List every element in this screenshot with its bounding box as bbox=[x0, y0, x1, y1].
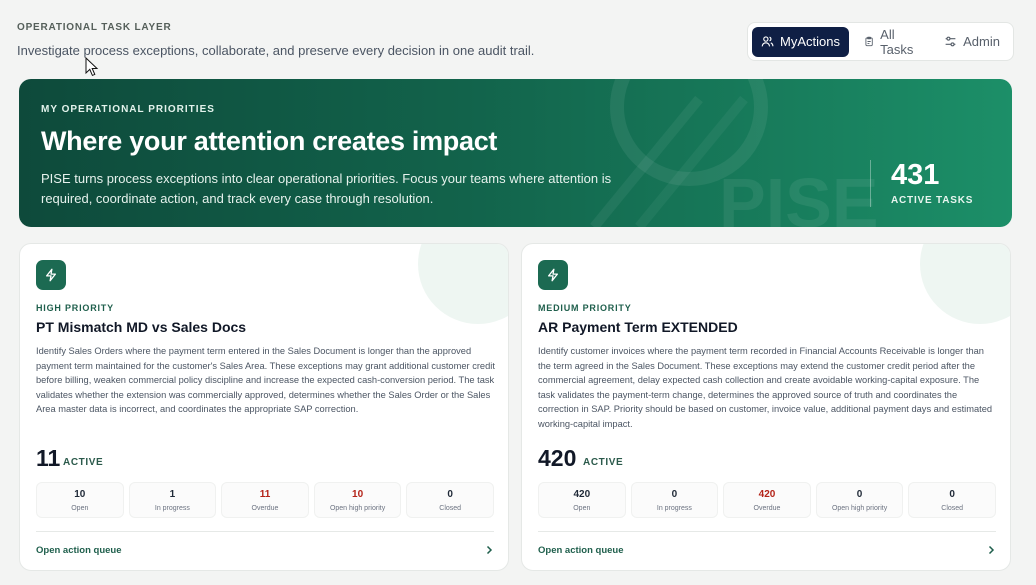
card-divider bbox=[538, 531, 996, 532]
lightning-icon bbox=[547, 268, 559, 282]
link-label: Open action queue bbox=[538, 544, 624, 556]
view-switcher: MyActions All Tasks Admin bbox=[747, 22, 1014, 61]
stat-label: Open high priority bbox=[831, 504, 888, 512]
task-card-ar-payment-term: MEDIUM PRIORITY AR Payment Term EXTENDED… bbox=[521, 243, 1011, 571]
tab-myactions-label: MyActions bbox=[780, 34, 840, 49]
layer-label: OPERATIONAL TASK LAYER bbox=[17, 22, 172, 33]
stats-row: 10 Open 1 In progress 11 Overdue 10 Open… bbox=[36, 482, 494, 518]
stat-label: Closed bbox=[941, 504, 964, 512]
hero-banner: PISE MY OPERATIONAL PRIORITIES Where you… bbox=[19, 79, 1012, 227]
stat-label: Overdue bbox=[753, 504, 781, 512]
stat-closed: 0 Closed bbox=[908, 482, 996, 518]
open-action-queue-link[interactable]: Open action queue bbox=[36, 543, 494, 557]
hero-title: Where your attention creates impact bbox=[41, 126, 498, 156]
chevron-right-icon bbox=[988, 545, 995, 555]
mouse-cursor-icon bbox=[85, 57, 99, 77]
tab-all-tasks[interactable]: All Tasks bbox=[855, 27, 929, 57]
clipboard-icon bbox=[865, 36, 873, 47]
stat-label: Open bbox=[71, 504, 89, 512]
card-title: PT Mismatch MD vs Sales Docs bbox=[36, 319, 247, 335]
stat-open: 10 Open bbox=[36, 482, 124, 518]
stat-open-high-priority: 10 Open high priority bbox=[313, 482, 402, 518]
card-title: AR Payment Term EXTENDED bbox=[538, 319, 738, 335]
active-tasks-label: ACTIVE TASKS bbox=[891, 195, 974, 206]
sliders-icon bbox=[945, 36, 956, 47]
stat-label: Open bbox=[573, 504, 591, 512]
top-bar: OPERATIONAL TASK LAYER Investigate proce… bbox=[17, 22, 1014, 66]
stat-label: Open high priority bbox=[329, 504, 386, 512]
stat-overdue: 420 Overdue bbox=[723, 482, 811, 518]
layer-description: Investigate process exceptions, collabor… bbox=[17, 43, 535, 58]
stat-open: 420 Open bbox=[538, 482, 626, 518]
stat-overdue: 11 Overdue bbox=[221, 482, 309, 518]
link-label: Open action queue bbox=[36, 544, 122, 556]
stat-value: 1 bbox=[169, 488, 176, 500]
stat-in-progress: 0 In progress bbox=[630, 482, 719, 518]
stat-label: Closed bbox=[439, 504, 462, 512]
card-active-count: 420 bbox=[538, 445, 577, 471]
priority-label: HIGH PRIORITY bbox=[36, 303, 114, 313]
stat-label: In progress bbox=[154, 504, 190, 512]
stat-value: 0 bbox=[447, 488, 453, 500]
stat-open-high-priority: 0 Open high priority bbox=[815, 482, 904, 518]
stat-value: 420 bbox=[573, 488, 591, 500]
hero-text: PISE turns process exceptions into clear… bbox=[41, 171, 612, 206]
tab-admin[interactable]: Admin bbox=[935, 27, 1009, 57]
stat-value: 0 bbox=[856, 488, 863, 500]
priority-label: MEDIUM PRIORITY bbox=[538, 303, 632, 313]
active-tasks-count: 431 bbox=[891, 159, 940, 191]
card-divider bbox=[36, 531, 494, 532]
stat-value: 0 bbox=[949, 488, 955, 500]
card-description: Identify Sales Orders where the payment … bbox=[36, 346, 495, 415]
card-active-count: 11 bbox=[36, 445, 61, 471]
card-active-label: ACTIVE bbox=[63, 457, 104, 468]
hero-watermark: PISE bbox=[719, 164, 879, 227]
stats-row: 420 Open 0 In progress 420 Overdue 0 Ope… bbox=[538, 482, 996, 518]
tab-admin-label: Admin bbox=[963, 34, 1000, 49]
stat-value: 10 bbox=[74, 488, 86, 500]
card-icon-badge bbox=[36, 260, 66, 290]
stat-in-progress: 1 In progress bbox=[128, 482, 217, 518]
stat-value: 11 bbox=[259, 488, 271, 500]
hero-kicker: MY OPERATIONAL PRIORITIES bbox=[41, 104, 215, 115]
users-icon bbox=[761, 36, 774, 47]
stat-value: 0 bbox=[671, 488, 678, 500]
card-active-label: ACTIVE bbox=[583, 457, 624, 468]
card-decoration bbox=[418, 244, 508, 324]
stat-value: 10 bbox=[352, 488, 364, 500]
card-description: Identify customer invoices where the pay… bbox=[538, 346, 993, 429]
task-card-pt-mismatch: HIGH PRIORITY PT Mismatch MD vs Sales Do… bbox=[19, 243, 509, 571]
stat-closed: 0 Closed bbox=[406, 482, 494, 518]
stat-value: 420 bbox=[758, 488, 776, 500]
tab-myactions[interactable]: MyActions bbox=[752, 26, 849, 57]
stat-label: Overdue bbox=[251, 504, 279, 512]
lightning-icon bbox=[45, 268, 57, 282]
tab-all-tasks-label: All Tasks bbox=[880, 26, 914, 57]
card-decoration bbox=[920, 244, 1010, 324]
chevron-right-icon bbox=[486, 545, 493, 555]
card-icon-badge bbox=[538, 260, 568, 290]
open-action-queue-link[interactable]: Open action queue bbox=[538, 543, 996, 557]
stat-label: In progress bbox=[656, 504, 692, 512]
hero-divider bbox=[870, 160, 871, 207]
